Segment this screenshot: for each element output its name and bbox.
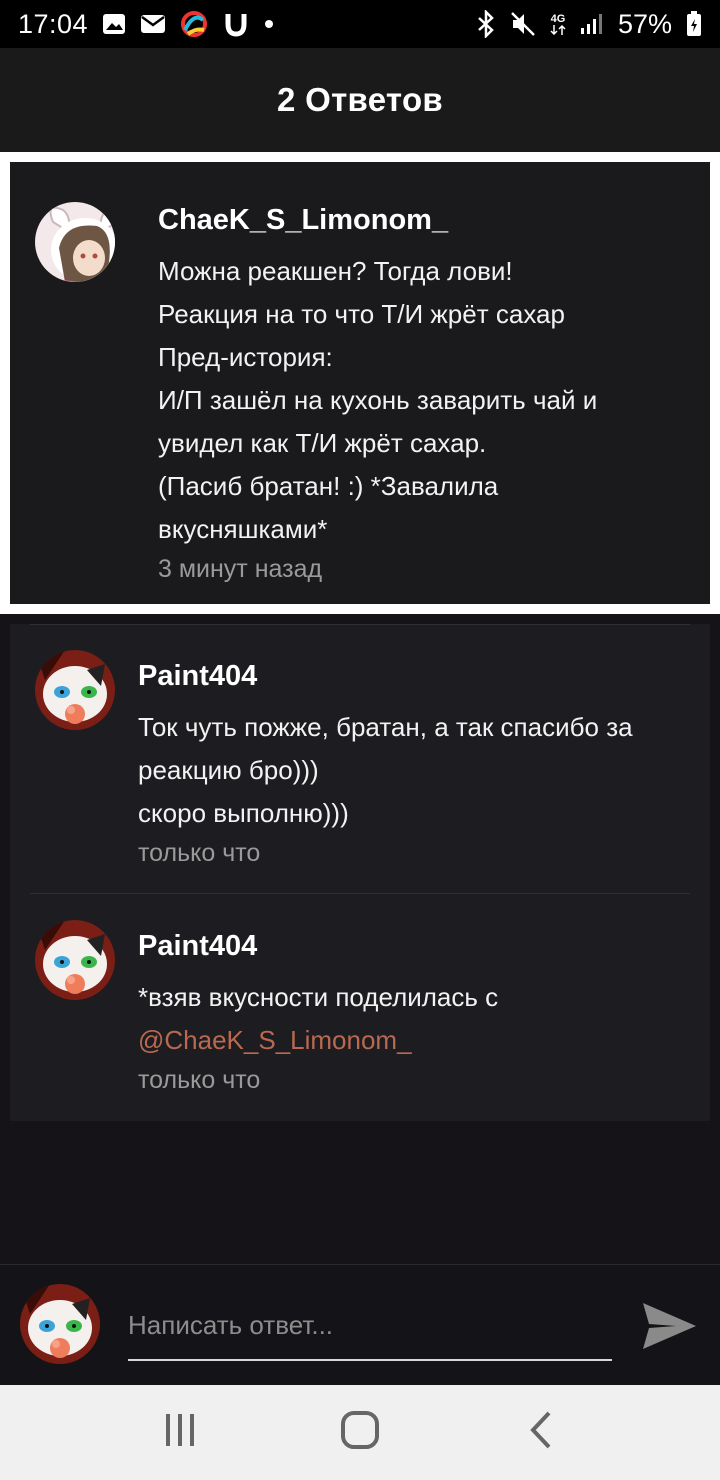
mail-icon [140, 14, 166, 34]
home-button[interactable] [330, 1403, 390, 1463]
reply-author[interactable]: Paint404 [138, 928, 688, 964]
recent-apps-icon [162, 1412, 198, 1453]
signal-icon [580, 12, 604, 36]
dot-icon [264, 19, 274, 29]
reply-input-placeholder: Написать ответ... [128, 1309, 334, 1340]
page-header: 2 Ответов [0, 48, 720, 153]
replies-list: Paint404 Ток чуть пожже, братан, а так с… [10, 624, 710, 1121]
avatar [20, 1284, 100, 1364]
network-label: 4G [550, 12, 566, 25]
recent-apps-button[interactable] [150, 1403, 210, 1463]
bluetooth-icon [476, 10, 496, 38]
network-icon: 4G [550, 12, 566, 35]
page-title: 2 Ответов [277, 81, 443, 118]
comment-author[interactable]: ChaeK_S_Limonom_ [158, 202, 688, 238]
status-time: 17:04 [18, 8, 89, 39]
reply-input[interactable]: Написать ответ... [128, 1291, 612, 1361]
avatar[interactable] [35, 920, 115, 1000]
reply-text: Ток чуть пожже, братан, а так спасибо за… [138, 712, 633, 828]
avatar[interactable] [35, 650, 115, 730]
back-button[interactable] [510, 1403, 570, 1463]
mute-icon [510, 11, 536, 37]
app-icon [180, 10, 208, 38]
battery-percent: 57% [617, 8, 672, 39]
send-button[interactable] [640, 1297, 698, 1355]
home-icon [340, 1410, 380, 1455]
app-icon [222, 10, 250, 38]
original-comment: ChaeK_S_Limonom_ Можна реакшен? Тогда ло… [10, 162, 710, 604]
reply-author[interactable]: Paint404 [138, 658, 688, 694]
original-comment-frame: ChaeK_S_Limonom_ Можна реакшен? Тогда ло… [0, 152, 720, 614]
send-icon [640, 1303, 698, 1359]
reply-timestamp: только что [138, 1066, 261, 1094]
system-nav-bar [0, 1385, 720, 1480]
divider [30, 624, 690, 625]
status-bar: 17:04 4G 57% [0, 0, 720, 48]
comment-timestamp: 3 минут назад [158, 555, 323, 583]
reply-text: *взяв вкусности поделилась с [138, 982, 499, 1012]
reply-timestamp: только что [138, 839, 261, 867]
comment-text: Можна реакшен? Тогда лови! Реакция на то… [158, 256, 598, 544]
reply-composer: Написать ответ... [0, 1264, 720, 1386]
back-icon [525, 1410, 555, 1455]
mention-link[interactable]: @ChaeK_S_Limonom_ [138, 1019, 688, 1062]
image-icon [102, 13, 126, 35]
battery-icon [686, 11, 702, 37]
divider [30, 893, 690, 894]
avatar[interactable] [35, 202, 115, 282]
